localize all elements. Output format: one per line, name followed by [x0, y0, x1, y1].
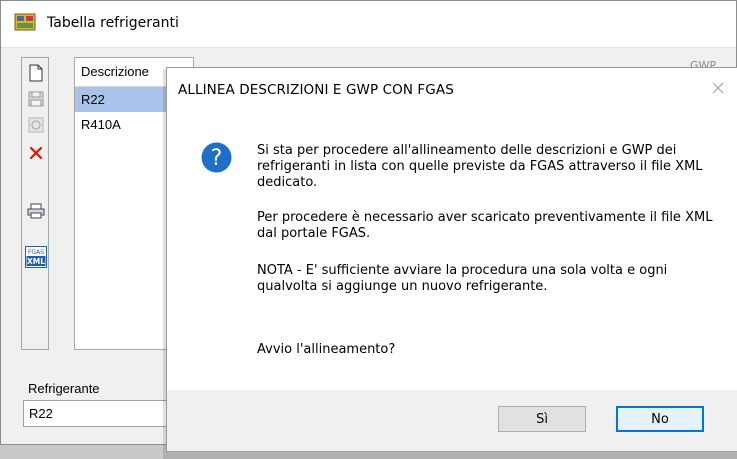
print-button[interactable]: [25, 200, 47, 222]
dialog-message-2: Per procedere è necessario aver scaricat…: [257, 210, 713, 241]
refrigerant-label: Refrigerante: [28, 381, 100, 396]
new-document-icon: [29, 64, 43, 82]
save-icon: [28, 91, 44, 107]
confirm-dialog: ALLINEA DESCRIZIONI E GWP CON FGAS ? Si …: [166, 67, 737, 452]
dialog-message-3: NOTA - E' sufficiente avviare la procedu…: [257, 263, 668, 294]
dialog-footer: Sì No: [167, 390, 737, 451]
side-toolbar: FGAS XML: [21, 57, 49, 350]
no-button[interactable]: No: [616, 406, 704, 432]
undo-button[interactable]: [25, 114, 47, 136]
save-button[interactable]: [25, 88, 47, 110]
svg-text:?: ?: [211, 146, 223, 171]
dialog-message-1: Si sta per procedere all'allineamento de…: [257, 143, 703, 190]
question-icon: ?: [201, 142, 232, 173]
close-icon[interactable]: [710, 80, 726, 96]
dialog-title: ALLINEA DESCRIZIONI E GWP CON FGAS: [178, 82, 454, 98]
refrigerant-field[interactable]: R22: [23, 400, 183, 427]
disabled-icon: [28, 117, 44, 133]
fgas-xml-icon: FGAS XML: [25, 246, 47, 268]
window-title: Tabella refrigeranti: [47, 15, 179, 31]
fgas-icon-text: FGAS: [28, 249, 44, 256]
dialog-question: Avvio l'allineamento?: [257, 342, 396, 357]
print-icon: [27, 203, 45, 219]
new-button[interactable]: [25, 62, 47, 84]
delete-button[interactable]: [25, 142, 47, 164]
delete-icon: [29, 146, 43, 160]
title-bar[interactable]: Tabella refrigeranti: [1, 1, 736, 48]
app-logo-icon: [14, 13, 36, 31]
yes-button[interactable]: Sì: [498, 406, 586, 432]
xml-icon-text: XML: [27, 257, 45, 266]
fgas-xml-button[interactable]: FGAS XML: [25, 246, 47, 268]
